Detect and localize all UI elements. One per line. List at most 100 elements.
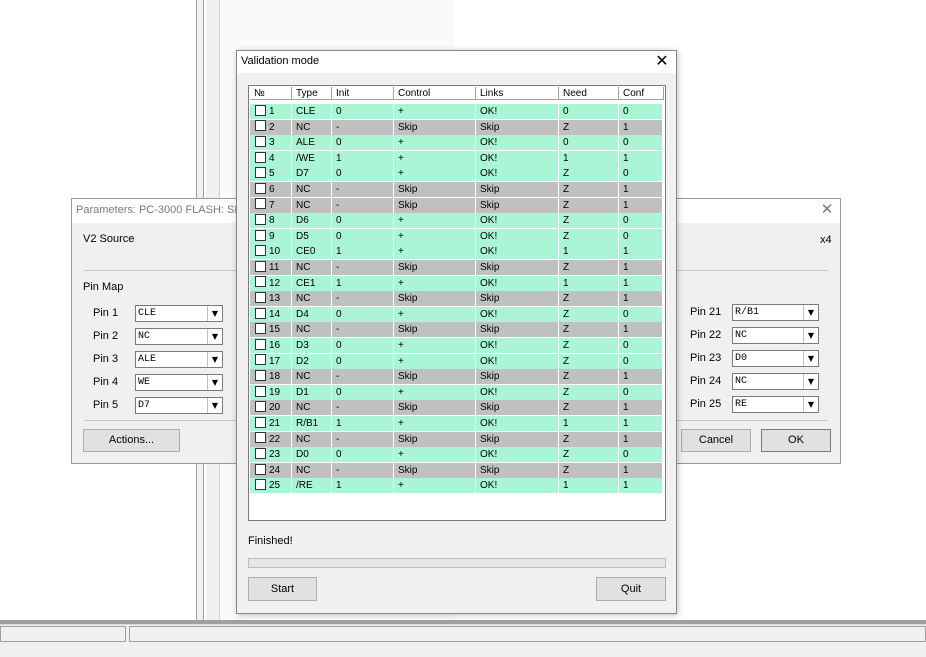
pin-select[interactable]: D7 ▼ (135, 397, 223, 414)
chevron-down-icon[interactable]: ▼ (207, 306, 222, 321)
row-checkbox[interactable] (255, 448, 266, 460)
cell-control: + (394, 478, 476, 494)
table-row[interactable]: 25/RE 1 + OK! 1 1 (250, 478, 664, 494)
row-checkbox[interactable] (255, 370, 266, 382)
pin-select[interactable]: ALE ▼ (135, 351, 223, 368)
row-checkbox[interactable] (255, 120, 266, 132)
chevron-down-icon[interactable]: ▼ (207, 329, 222, 344)
row-checkbox[interactable] (255, 479, 266, 491)
column-header[interactable]: Type (292, 87, 332, 100)
table-row[interactable]: 2 NC - Skip Skip Z 1 (250, 119, 664, 135)
chevron-down-icon[interactable]: ▼ (803, 351, 818, 366)
row-checkbox[interactable] (255, 198, 266, 210)
table-row[interactable]: 21 R/B1 1 + OK! 1 1 (250, 416, 664, 431)
column-header[interactable]: № (250, 87, 292, 100)
table-row[interactable]: 19 D1 0 + OK! Z 0 (250, 384, 664, 400)
table-row[interactable]: 9 D5 0 + OK! Z 0 (250, 228, 664, 244)
row-checkbox[interactable] (255, 167, 266, 179)
table-row[interactable]: 16 D3 0 + OK! Z 0 (250, 338, 664, 353)
table-row[interactable]: 13 NC - Skip Skip Z 1 (250, 291, 664, 307)
cell-need: 0 (559, 135, 619, 151)
row-checkbox[interactable] (255, 432, 266, 444)
row-number: 14 (269, 308, 281, 320)
table-row[interactable]: 12 CE1 1 + OK! 1 1 (250, 275, 664, 291)
cell-need: Z (559, 353, 619, 369)
row-checkbox[interactable] (255, 338, 266, 350)
table-row[interactable]: 15 NC - Skip Skip Z 1 (250, 322, 664, 338)
row-checkbox[interactable] (255, 463, 266, 475)
row-number: 1 (269, 106, 275, 117)
cell-init: 1 (332, 275, 394, 291)
table-row[interactable]: 4/WE 1 + OK! 1 1 (250, 150, 664, 166)
row-number: 4 (269, 152, 275, 164)
chevron-down-icon[interactable]: ▼ (207, 398, 222, 413)
row-checkbox[interactable] (255, 401, 266, 413)
chevron-down-icon[interactable]: ▼ (803, 305, 818, 320)
table-row[interactable]: 1 CLE 0 + OK! 0 0 (250, 104, 664, 119)
pin-select-value: RE (735, 399, 748, 410)
cell-control: + (394, 306, 476, 322)
row-checkbox[interactable] (255, 385, 266, 397)
column-header[interactable]: Init (332, 87, 394, 100)
chevron-down-icon[interactable]: ▼ (803, 374, 818, 389)
cell-need: Z (559, 369, 619, 385)
chevron-down-icon[interactable]: ▼ (207, 352, 222, 367)
table-row[interactable]: 17 D2 0 + OK! Z 0 (250, 353, 664, 369)
row-checkbox[interactable] (255, 104, 266, 116)
table-row[interactable]: 24 NC - Skip Skip Z 1 (250, 462, 664, 478)
row-checkbox[interactable] (255, 323, 266, 335)
pin-select[interactable]: CLE ▼ (135, 305, 223, 322)
pin-select[interactable]: WE ▼ (135, 374, 223, 391)
pin-select[interactable]: R/B1 ▼ (732, 304, 819, 321)
row-checkbox[interactable] (255, 136, 266, 148)
table-row[interactable]: 6 NC - Skip Skip Z 1 (250, 182, 664, 197)
row-checkbox[interactable] (255, 292, 266, 304)
table-row[interactable]: 3 ALE 0 + OK! 0 0 (250, 135, 664, 151)
pin-select[interactable]: NC ▼ (732, 373, 819, 390)
pin-select[interactable]: NC ▼ (732, 327, 819, 344)
chevron-down-icon[interactable]: ▼ (803, 397, 818, 412)
start-button[interactable]: Start (248, 577, 317, 601)
chevron-down-icon[interactable]: ▼ (207, 375, 222, 390)
column-header[interactable]: Control (394, 87, 476, 100)
row-checkbox[interactable] (255, 151, 266, 163)
cell-control: + (394, 338, 476, 353)
row-checkbox[interactable] (255, 307, 266, 319)
table-row[interactable]: 11 NC - Skip Skip Z 1 (250, 260, 664, 275)
pin-select[interactable]: RE ▼ (732, 396, 819, 413)
table-row[interactable]: 14 D4 0 + OK! Z 0 (250, 306, 664, 322)
cell-init: 0 (332, 447, 394, 463)
table-row[interactable]: 7 NC - Skip Skip Z 1 (250, 197, 664, 213)
quit-button[interactable]: Quit (596, 577, 666, 601)
row-checkbox[interactable] (255, 229, 266, 241)
column-header[interactable]: Need (559, 87, 619, 100)
parameters-close-icon[interactable]: ✕ (818, 200, 836, 220)
table-row[interactable]: 8 D6 0 + OK! Z 0 (250, 213, 664, 229)
cell-type: R/B1 (292, 416, 332, 431)
cell-links: OK! (476, 478, 559, 494)
table-row[interactable]: 22 NC - Skip Skip Z 1 (250, 431, 664, 447)
validation-grid[interactable]: № Type Init Control Links Need Conf 1 CLE 0 + OK! 0… (248, 85, 666, 521)
row-checkbox[interactable] (255, 416, 266, 428)
validation-close-icon[interactable]: ✕ (652, 52, 672, 72)
column-header[interactable]: Conf (619, 87, 664, 100)
table-row[interactable]: 20 NC - Skip Skip Z 1 (250, 400, 664, 416)
column-header[interactable]: Links (476, 87, 559, 100)
row-checkbox[interactable] (255, 245, 266, 257)
row-checkbox[interactable] (255, 276, 266, 288)
row-checkbox[interactable] (255, 214, 266, 226)
table-row[interactable]: 18 NC - Skip Skip Z 1 (250, 369, 664, 385)
chevron-down-icon[interactable]: ▼ (803, 328, 818, 343)
table-row[interactable]: 10 CE0 1 + OK! 1 1 (250, 244, 664, 260)
actions-button[interactable]: Actions... (83, 429, 180, 452)
row-checkbox[interactable] (255, 354, 266, 366)
row-checkbox[interactable] (255, 260, 266, 272)
table-row[interactable]: 5 D7 0 + OK! Z 0 (250, 166, 664, 182)
table-row[interactable]: 23 D0 0 + OK! Z 0 (250, 447, 664, 463)
pin-select[interactable]: NC ▼ (135, 328, 223, 345)
pin-select[interactable]: D0 ▼ (732, 350, 819, 367)
row-checkbox[interactable] (255, 182, 266, 194)
cancel-button[interactable]: Cancel (681, 429, 751, 452)
ok-button[interactable]: OK (761, 429, 831, 452)
cell-n: 11 (250, 260, 292, 275)
